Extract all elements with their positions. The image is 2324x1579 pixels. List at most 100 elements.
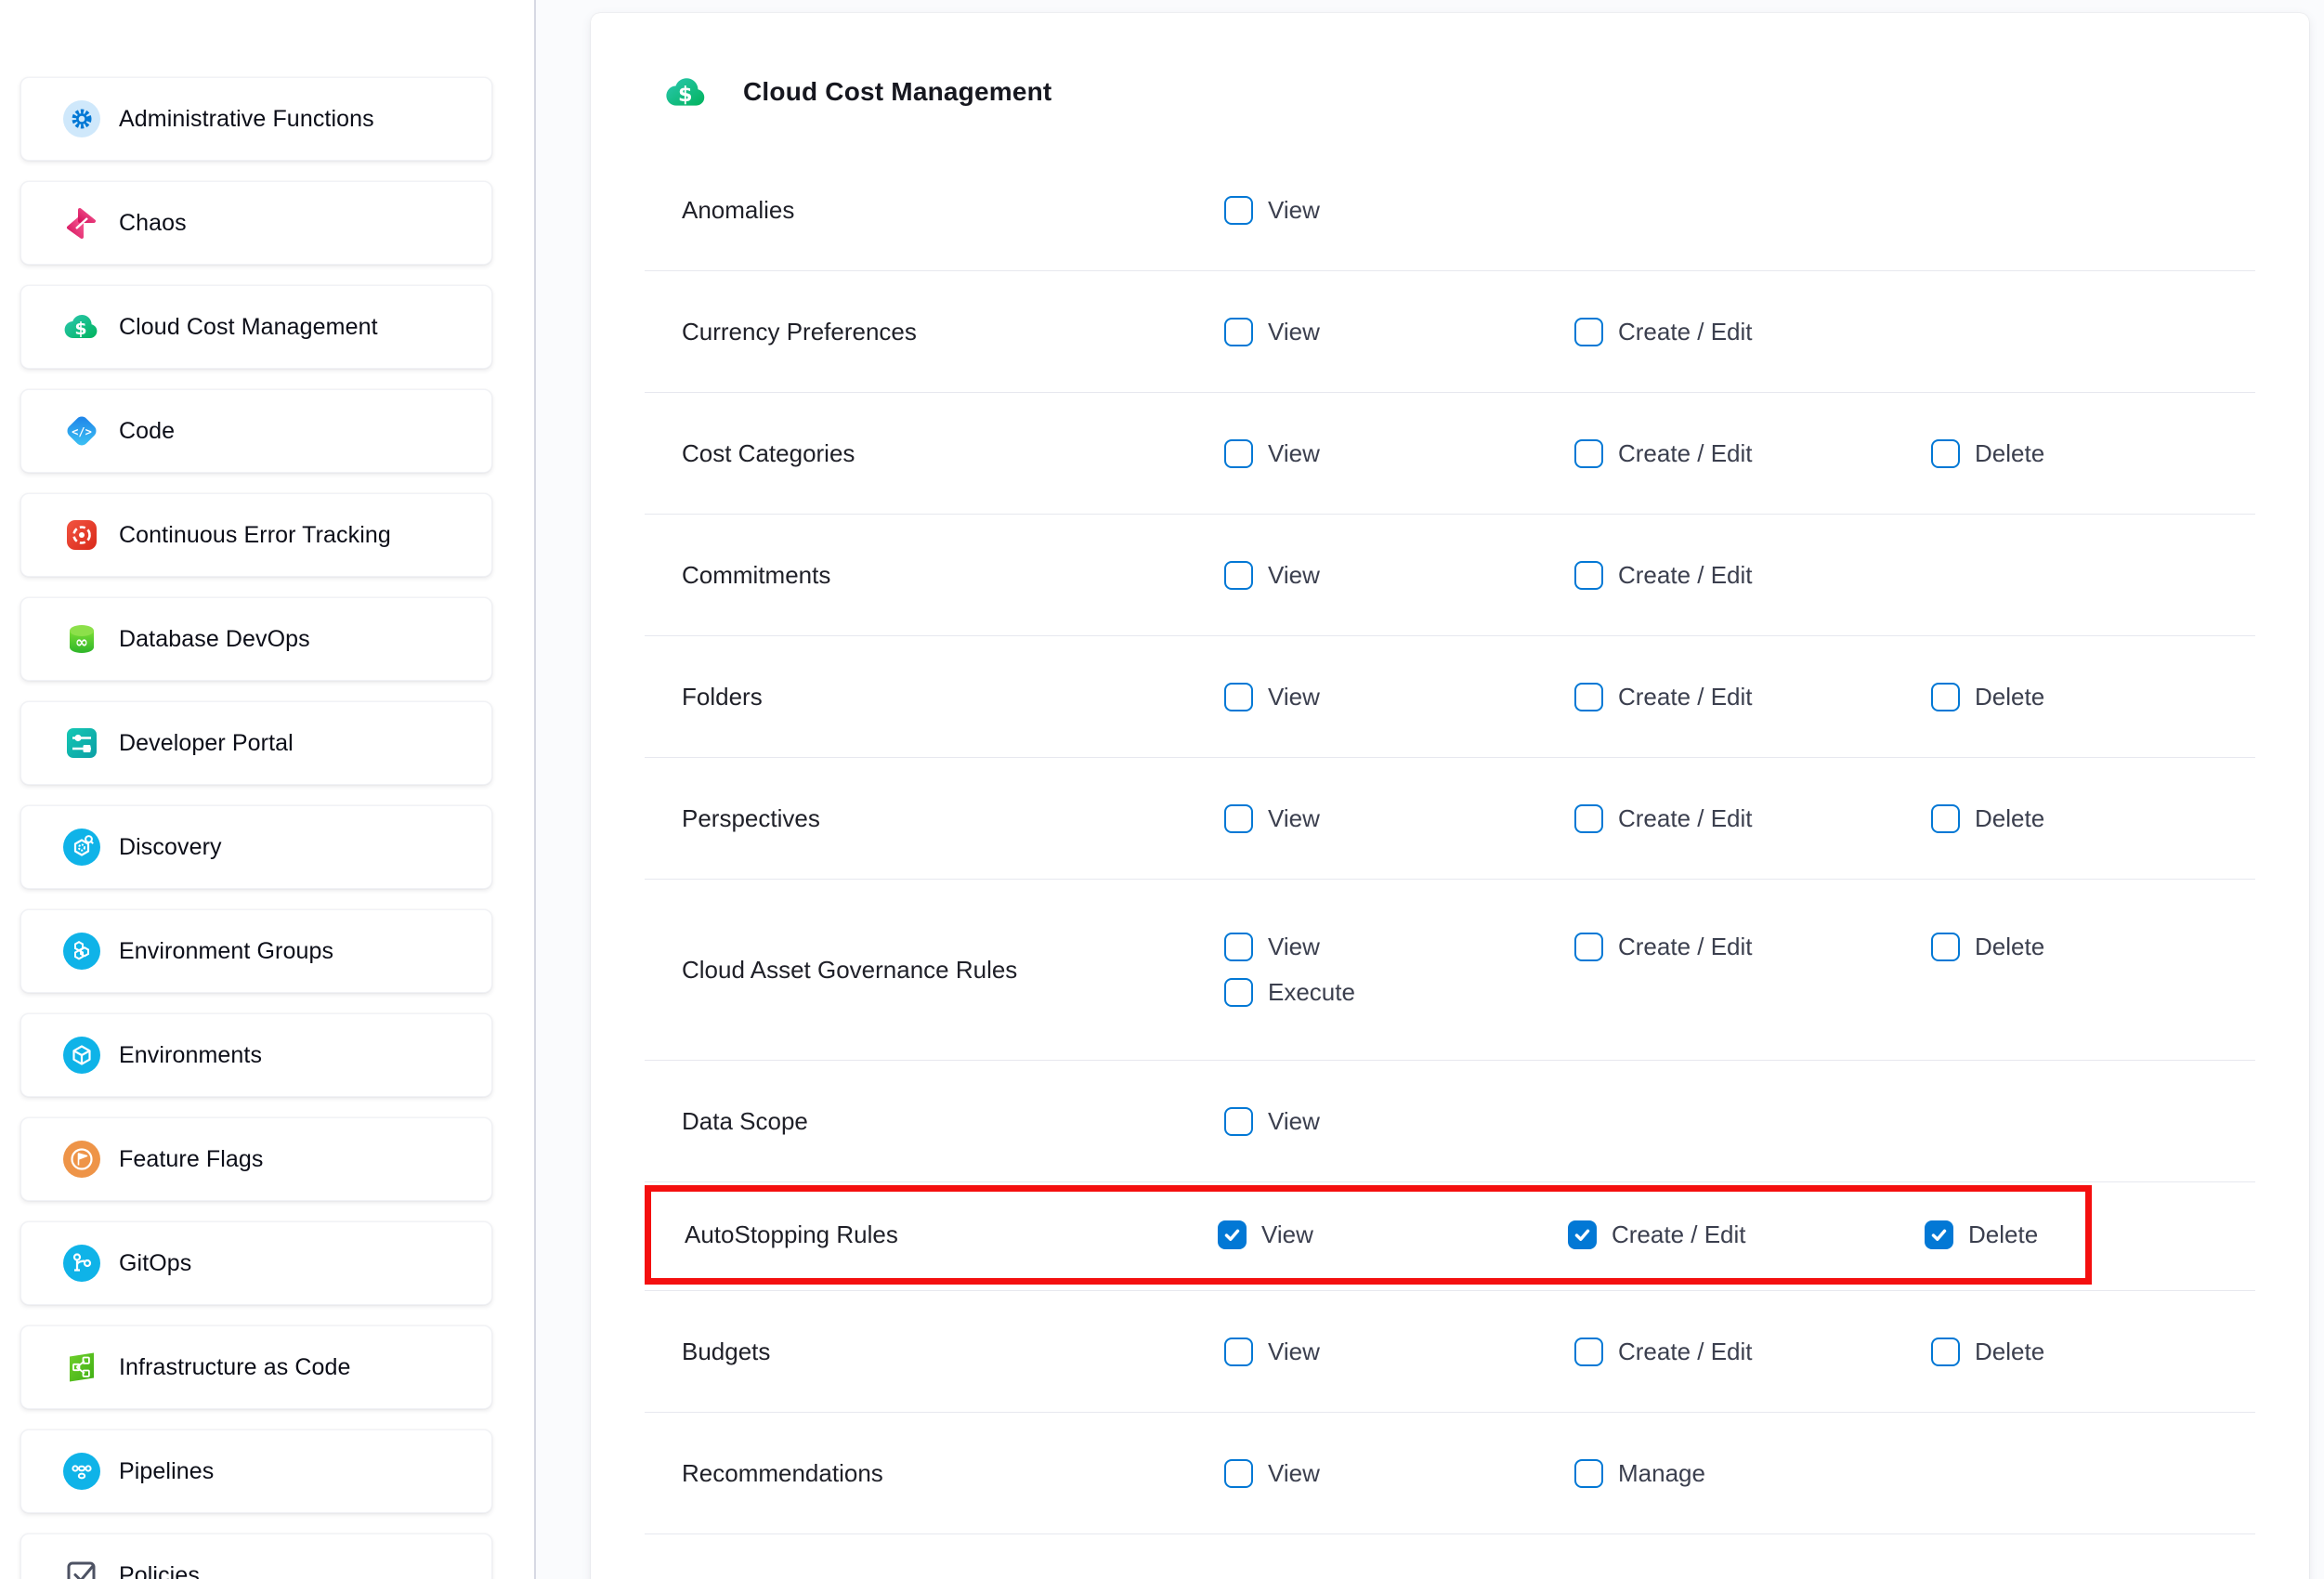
checkbox-delete-checked[interactable] xyxy=(1925,1220,1953,1249)
env-groups-icon xyxy=(63,933,100,970)
sidebar-item-infrastructure-as-code[interactable]: Infrastructure as Code xyxy=(20,1325,492,1409)
checkbox-delete-unchecked[interactable] xyxy=(1931,683,1960,711)
svg-text:$: $ xyxy=(678,82,693,106)
permission-create-edit[interactable]: Create / Edit xyxy=(1574,439,1931,468)
checkbox-delete-unchecked[interactable] xyxy=(1931,804,1960,833)
permission-delete[interactable]: Delete xyxy=(1925,1220,2085,1249)
sidebar-item-environment-groups[interactable]: Environment Groups xyxy=(20,909,492,993)
sidebar-item-continuous-error-tracking[interactable]: Continuous Error Tracking xyxy=(20,493,492,577)
permission-delete[interactable]: Delete xyxy=(1931,933,2255,961)
permission-create-edit[interactable]: Create / Edit xyxy=(1574,804,1931,833)
gitops-icon xyxy=(63,1245,100,1282)
checkbox-view-unchecked[interactable] xyxy=(1224,1459,1253,1488)
checkbox-view-unchecked[interactable] xyxy=(1224,439,1253,468)
checkbox-view-unchecked[interactable] xyxy=(1224,318,1253,346)
highlight-box: AutoStopping RulesViewCreate / EditDelet… xyxy=(645,1182,2255,1291)
permission-create-edit[interactable]: Create / Edit xyxy=(1574,683,1931,711)
permission-create-edit[interactable]: Create / Edit xyxy=(1574,1338,1931,1366)
checkbox-view-unchecked[interactable] xyxy=(1224,683,1253,711)
permission-view[interactable]: View xyxy=(1224,439,1574,468)
permission-line: View Manage xyxy=(1224,1459,2255,1488)
sidebar-item-label: Developer Portal xyxy=(119,730,294,757)
permission-view[interactable]: View xyxy=(1224,1338,1574,1366)
sidebar-item-label: Environments xyxy=(119,1042,262,1069)
checkbox-view-checked[interactable] xyxy=(1218,1220,1247,1249)
permission-view[interactable]: View xyxy=(1224,196,1574,225)
sidebar-item-gitops[interactable]: GitOps xyxy=(20,1221,492,1305)
sidebar-item-pipelines[interactable]: Pipelines xyxy=(20,1429,492,1513)
permission-delete[interactable]: Delete xyxy=(1931,439,2255,468)
permission-options: View Manage xyxy=(1224,1413,2255,1533)
sidebar-item-label: Feature Flags xyxy=(119,1146,264,1173)
checkbox-create-edit-unchecked[interactable] xyxy=(1574,1338,1603,1366)
permission-view[interactable]: View xyxy=(1218,1220,1568,1249)
permission-row-budgets: BudgetsViewCreate / EditDelete xyxy=(645,1291,2255,1413)
permission-view[interactable]: View xyxy=(1224,933,1574,961)
checkbox-create-edit-unchecked[interactable] xyxy=(1574,439,1603,468)
checkbox-create-edit-unchecked[interactable] xyxy=(1574,933,1603,961)
checkbox-delete-unchecked[interactable] xyxy=(1931,1338,1960,1366)
permission-view[interactable]: View xyxy=(1224,683,1574,711)
permission-line: View Create / Edit xyxy=(1224,561,2255,590)
permission-view[interactable]: View xyxy=(1224,561,1574,590)
permission-execute[interactable]: Execute xyxy=(1224,978,1574,1007)
sidebar-item-discovery[interactable]: Discovery xyxy=(20,805,492,889)
checkbox-view-unchecked[interactable] xyxy=(1224,196,1253,225)
permission-label: Create / Edit xyxy=(1618,561,1753,590)
gear-icon xyxy=(63,100,100,137)
checkbox-create-edit-unchecked[interactable] xyxy=(1574,804,1603,833)
permission-create-edit[interactable]: Create / Edit xyxy=(1568,1220,1925,1249)
sidebar-item-label: Cloud Cost Management xyxy=(119,314,378,341)
permission-create-edit[interactable]: Create / Edit xyxy=(1574,561,1931,590)
permission-row-anomalies: AnomaliesView xyxy=(645,150,2255,271)
permission-delete[interactable]: Delete xyxy=(1931,683,2255,711)
permission-row-recommendations: RecommendationsViewManage xyxy=(645,1413,2255,1534)
checkbox-create-edit-checked[interactable] xyxy=(1568,1220,1597,1249)
permission-manage[interactable]: Manage xyxy=(1574,1459,1931,1488)
permission-view[interactable]: View xyxy=(1224,318,1574,346)
checkbox-view-unchecked[interactable] xyxy=(1224,1338,1253,1366)
sidebar-item-cloud-cost-management[interactable]: $Cloud Cost Management xyxy=(20,285,492,369)
permission-label: Create / Edit xyxy=(1612,1220,1746,1249)
sidebar-item-label: Pipelines xyxy=(119,1458,214,1485)
permission-options: View Create / Edit xyxy=(1224,271,2255,392)
permission-create-edit[interactable]: Create / Edit xyxy=(1574,933,1931,961)
sidebar-item-chaos[interactable]: Chaos xyxy=(20,181,492,265)
checkbox-execute-unchecked[interactable] xyxy=(1224,978,1253,1007)
permission-view[interactable]: View xyxy=(1224,804,1574,833)
checkbox-view-unchecked[interactable] xyxy=(1224,561,1253,590)
permission-row-commitments: CommitmentsViewCreate / Edit xyxy=(645,515,2255,636)
sidebar-item-code[interactable]: </>Code xyxy=(20,389,492,473)
permission-label: View xyxy=(1268,318,1320,346)
checkbox-delete-unchecked[interactable] xyxy=(1931,439,1960,468)
permission-view[interactable]: View xyxy=(1224,1107,1574,1136)
permission-create-edit[interactable]: Create / Edit xyxy=(1574,318,1931,346)
checkbox-view-unchecked[interactable] xyxy=(1224,933,1253,961)
card-header: $ Cloud Cost Management xyxy=(591,13,2309,118)
sidebar-item-feature-flags[interactable]: Feature Flags xyxy=(20,1117,492,1201)
resource-label: Budgets xyxy=(645,1291,1224,1412)
sidebar-item-label: Continuous Error Tracking xyxy=(119,522,391,549)
sidebar-item-developer-portal[interactable]: Developer Portal xyxy=(20,701,492,785)
checkbox-create-edit-unchecked[interactable] xyxy=(1574,561,1603,590)
sidebar-item-environments[interactable]: Environments xyxy=(20,1013,492,1097)
sidebar-item-label: Infrastructure as Code xyxy=(119,1354,351,1381)
checkbox-create-edit-unchecked[interactable] xyxy=(1574,683,1603,711)
permission-delete[interactable]: Delete xyxy=(1931,1338,2255,1366)
permission-row-perspectives: PerspectivesViewCreate / EditDelete xyxy=(645,758,2255,880)
checkbox-manage-unchecked[interactable] xyxy=(1574,1459,1603,1488)
permission-view[interactable]: View xyxy=(1224,1459,1574,1488)
checkbox-create-edit-unchecked[interactable] xyxy=(1574,318,1603,346)
main-pane: $ Cloud Cost Management AnomaliesViewCur… xyxy=(536,0,2324,1579)
sidebar-item-policies[interactable]: Policies xyxy=(20,1533,492,1579)
permission-delete[interactable]: Delete xyxy=(1931,804,2255,833)
checkbox-view-unchecked[interactable] xyxy=(1224,1107,1253,1136)
checkbox-view-unchecked[interactable] xyxy=(1224,804,1253,833)
sidebar-item-administrative-functions[interactable]: Administrative Functions xyxy=(20,77,492,161)
permission-label: Manage xyxy=(1618,1459,1705,1488)
permission-options: ViewCreate / EditDelete xyxy=(1224,393,2255,514)
sidebar-item-label: Policies xyxy=(119,1562,200,1579)
sidebar-item-database-devops[interactable]: ∞Database DevOps xyxy=(20,597,492,681)
checkbox-delete-unchecked[interactable] xyxy=(1931,933,1960,961)
page-title: Cloud Cost Management xyxy=(743,77,1051,107)
